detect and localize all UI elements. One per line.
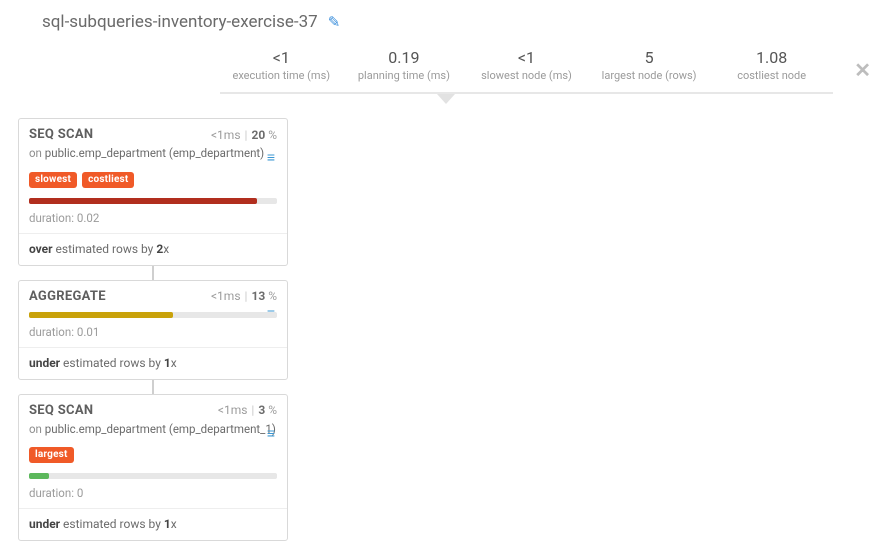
duration-text: duration: 0.02 [19,208,287,231]
node-timing: <1ms|3 % [218,403,277,417]
stat-value: 5 [588,48,711,67]
stats-bar: <1 execution time (ms) 0.19 planning tim… [220,42,833,94]
node-pct: 20 [251,128,265,142]
node-tags: largest [19,443,287,471]
stats-bar-wrap: <1 execution time (ms) 0.19 planning tim… [18,42,873,94]
duration-text: duration: 0.01 [19,322,287,345]
duration-bar-fill [29,473,49,479]
duration-text: duration: 0 [19,483,287,506]
stat-value: <1 [465,48,588,67]
node-timing: <1ms|20 % [211,128,277,142]
node-relation: on public.emp_department (emp_department… [19,422,287,444]
node-pct-suffix: % [265,128,277,142]
stat-slowest-node[interactable]: <1 slowest node (ms) [465,48,588,82]
node-timing: <1ms|13 % [211,289,277,303]
node-type: AGGREGATE [29,289,106,304]
stat-label: execution time (ms) [220,69,343,82]
stat-label: costliest node [710,69,833,82]
node-pct-suffix: % [265,403,277,417]
row-estimate: under estimated rows by 1x [19,509,287,540]
page-title-row: sql-subqueries-inventory-exercise-37 ✎ [18,8,873,38]
node-type: SEQ SCAN [29,403,93,418]
node-relation: on public.emp_department (emp_department… [19,146,287,168]
plan-title: sql-subqueries-inventory-exercise-37 [42,12,318,32]
node-header: AGGREGATE <1ms|13 % [19,281,287,308]
tag-slowest: slowest [29,172,77,188]
node-tags: slowest costliest [19,168,287,196]
row-estimate: over estimated rows by 2x [19,234,287,265]
plan-tree: SEQ SCAN <1ms|20 % on public.emp_departm… [18,118,288,541]
node-time: <1ms [218,403,248,417]
node-header: SEQ SCAN <1ms|3 % [19,395,287,422]
on-prefix: on [29,422,45,436]
plan-node-seqscan-2[interactable]: SEQ SCAN <1ms|3 % on public.emp_departme… [18,394,288,542]
node-pct: 13 [251,289,265,303]
relation-name: public.emp_department (emp_department_1) [45,422,276,436]
node-type: SEQ SCAN [29,127,93,142]
node-time: <1ms [211,289,241,303]
row-estimate: under estimated rows by 1x [19,348,287,379]
duration-bar-fill [29,198,257,204]
plan-node-aggregate[interactable]: AGGREGATE <1ms|13 % ≡ duration: 0.01 und… [18,280,288,380]
stat-planning-time[interactable]: 0.19 planning time (ms) [343,48,466,82]
duration-bar [29,473,277,479]
stat-value: 1.08 [710,48,833,67]
tag-costliest: costliest [82,172,134,188]
database-icon[interactable]: ≡ [267,149,275,166]
node-header: SEQ SCAN <1ms|20 % [19,119,287,146]
node-pct-suffix: % [265,289,277,303]
tree-connector [152,266,154,280]
on-prefix: on [29,146,45,160]
stat-label: largest node (rows) [588,69,711,82]
duration-bar [29,198,277,204]
node-time: <1ms [211,128,241,142]
relation-name: public.emp_department (emp_department) [45,146,264,160]
duration-bar [29,312,277,318]
plan-node-seqscan-1[interactable]: SEQ SCAN <1ms|20 % on public.emp_departm… [18,118,288,266]
close-icon[interactable]: ✕ [854,58,871,82]
tree-connector [152,380,154,394]
stat-value: <1 [220,48,343,67]
edit-title-icon[interactable]: ✎ [328,13,341,31]
stat-costliest-node[interactable]: 1.08 costliest node [710,48,833,82]
database-icon[interactable]: ≡ [267,425,275,442]
stat-label: planning time (ms) [343,69,466,82]
stat-execution-time[interactable]: <1 execution time (ms) [220,48,343,82]
stat-value: 0.19 [343,48,466,67]
stat-largest-node[interactable]: 5 largest node (rows) [588,48,711,82]
stats-pointer-icon [437,94,455,104]
tag-largest: largest [29,447,74,463]
stat-label: slowest node (ms) [465,69,588,82]
duration-bar-fill [29,312,173,318]
